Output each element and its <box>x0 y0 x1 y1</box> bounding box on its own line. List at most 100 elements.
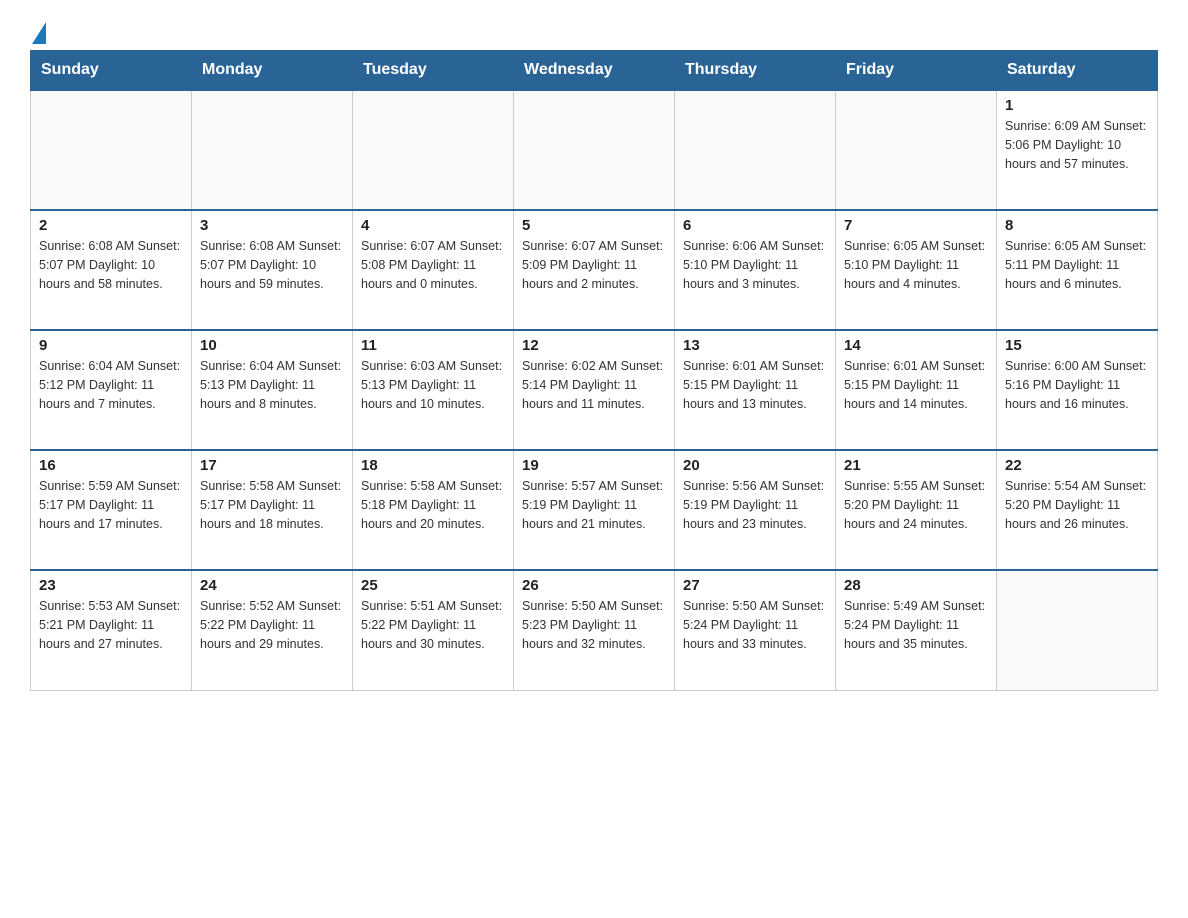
logo-triangle-icon <box>32 22 46 44</box>
calendar-cell: 21 Sunrise: 5:55 AM Sunset: 5:20 PM Dayli… <box>836 450 997 570</box>
calendar-cell: 11Sunrise: 6:03 AM Sunset: 5:13 PM Dayli… <box>353 330 514 450</box>
calendar-cell: 20 Sunrise: 5:56 AM Sunset: 5:19 PM Dayli… <box>675 450 836 570</box>
day-info: Sunrise: 5:52 AM Sunset: 5:22 PM Dayligh… <box>200 597 344 653</box>
day-number: 21 <box>844 457 988 474</box>
day-info: Sunrise: 6:04 AM Sunset: 5:13 PM Dayligh… <box>200 357 344 413</box>
calendar-cell: 19 Sunrise: 5:57 AM Sunset: 5:19 PM Dayli… <box>514 450 675 570</box>
calendar-cell <box>353 90 514 210</box>
day-info: Sunrise: 5:57 AM Sunset: 5:19 PM Dayligh… <box>522 477 666 533</box>
day-info: Sunrise: 5:59 AM Sunset: 5:17 PM Dayligh… <box>39 477 183 533</box>
week-row-5: 23 Sunrise: 5:53 AM Sunset: 5:21 PM Dayli… <box>31 570 1158 690</box>
day-number: 2 <box>39 217 183 234</box>
day-number: 17 <box>200 457 344 474</box>
day-info: Sunrise: 6:08 AM Sunset: 5:07 PM Dayligh… <box>200 237 344 293</box>
calendar-cell: 26 Sunrise: 5:50 AM Sunset: 5:23 PM Dayli… <box>514 570 675 690</box>
day-number: 24 <box>200 577 344 594</box>
day-info: Sunrise: 5:50 AM Sunset: 5:24 PM Dayligh… <box>683 597 827 653</box>
calendar-cell: 12 Sunrise: 6:02 AM Sunset: 5:14 PM Dayli… <box>514 330 675 450</box>
page-header <box>30 20 1158 40</box>
day-number: 7 <box>844 217 988 234</box>
day-number: 8 <box>1005 217 1149 234</box>
day-info: Sunrise: 5:49 AM Sunset: 5:24 PM Dayligh… <box>844 597 988 653</box>
calendar-cell: 13 Sunrise: 6:01 AM Sunset: 5:15 PM Dayli… <box>675 330 836 450</box>
day-info: Sunrise: 6:02 AM Sunset: 5:14 PM Dayligh… <box>522 357 666 413</box>
calendar-cell: 28 Sunrise: 5:49 AM Sunset: 5:24 PM Dayli… <box>836 570 997 690</box>
header-cell-wednesday: Wednesday <box>514 51 675 91</box>
day-number: 26 <box>522 577 666 594</box>
day-number: 20 <box>683 457 827 474</box>
day-info: Sunrise: 6:08 AM Sunset: 5:07 PM Dayligh… <box>39 237 183 293</box>
day-number: 28 <box>844 577 988 594</box>
day-info: Sunrise: 6:04 AM Sunset: 5:12 PM Dayligh… <box>39 357 183 413</box>
week-row-3: 9Sunrise: 6:04 AM Sunset: 5:12 PM Daylig… <box>31 330 1158 450</box>
calendar-cell: 23 Sunrise: 5:53 AM Sunset: 5:21 PM Dayli… <box>31 570 192 690</box>
calendar-cell: 27 Sunrise: 5:50 AM Sunset: 5:24 PM Dayli… <box>675 570 836 690</box>
calendar-cell: 8 Sunrise: 6:05 AM Sunset: 5:11 PM Daylig… <box>997 210 1158 330</box>
header-cell-sunday: Sunday <box>31 51 192 91</box>
day-number: 12 <box>522 337 666 354</box>
calendar-cell <box>514 90 675 210</box>
day-info: Sunrise: 5:53 AM Sunset: 5:21 PM Dayligh… <box>39 597 183 653</box>
calendar-cell: 14 Sunrise: 6:01 AM Sunset: 5:15 PM Dayli… <box>836 330 997 450</box>
day-number: 4 <box>361 217 505 234</box>
day-number: 3 <box>200 217 344 234</box>
calendar-cell: 25 Sunrise: 5:51 AM Sunset: 5:22 PM Dayli… <box>353 570 514 690</box>
day-info: Sunrise: 6:05 AM Sunset: 5:11 PM Dayligh… <box>1005 237 1149 293</box>
calendar-cell: 2 Sunrise: 6:08 AM Sunset: 5:07 PM Daylig… <box>31 210 192 330</box>
day-number: 13 <box>683 337 827 354</box>
day-number: 27 <box>683 577 827 594</box>
day-number: 15 <box>1005 337 1149 354</box>
day-info: Sunrise: 6:01 AM Sunset: 5:15 PM Dayligh… <box>683 357 827 413</box>
day-info: Sunrise: 6:01 AM Sunset: 5:15 PM Dayligh… <box>844 357 988 413</box>
calendar-cell: 3 Sunrise: 6:08 AM Sunset: 5:07 PM Daylig… <box>192 210 353 330</box>
calendar-cell: 1Sunrise: 6:09 AM Sunset: 5:06 PM Daylig… <box>997 90 1158 210</box>
day-number: 19 <box>522 457 666 474</box>
calendar-cell: 5 Sunrise: 6:07 AM Sunset: 5:09 PM Daylig… <box>514 210 675 330</box>
calendar-cell: 6Sunrise: 6:06 AM Sunset: 5:10 PM Daylig… <box>675 210 836 330</box>
calendar-cell <box>192 90 353 210</box>
day-info: Sunrise: 5:58 AM Sunset: 5:17 PM Dayligh… <box>200 477 344 533</box>
header-row: SundayMondayTuesdayWednesdayThursdayFrid… <box>31 51 1158 91</box>
day-info: Sunrise: 6:07 AM Sunset: 5:08 PM Dayligh… <box>361 237 505 293</box>
day-info: Sunrise: 5:51 AM Sunset: 5:22 PM Dayligh… <box>361 597 505 653</box>
header-cell-monday: Monday <box>192 51 353 91</box>
calendar-cell: 10Sunrise: 6:04 AM Sunset: 5:13 PM Dayli… <box>192 330 353 450</box>
day-info: Sunrise: 5:50 AM Sunset: 5:23 PM Dayligh… <box>522 597 666 653</box>
week-row-2: 2 Sunrise: 6:08 AM Sunset: 5:07 PM Daylig… <box>31 210 1158 330</box>
day-number: 14 <box>844 337 988 354</box>
day-info: Sunrise: 5:54 AM Sunset: 5:20 PM Dayligh… <box>1005 477 1149 533</box>
day-number: 23 <box>39 577 183 594</box>
day-info: Sunrise: 5:56 AM Sunset: 5:19 PM Dayligh… <box>683 477 827 533</box>
header-cell-thursday: Thursday <box>675 51 836 91</box>
calendar-cell <box>836 90 997 210</box>
header-cell-tuesday: Tuesday <box>353 51 514 91</box>
day-number: 25 <box>361 577 505 594</box>
day-info: Sunrise: 6:00 AM Sunset: 5:16 PM Dayligh… <box>1005 357 1149 413</box>
calendar-cell: 17 Sunrise: 5:58 AM Sunset: 5:17 PM Dayli… <box>192 450 353 570</box>
calendar-cell <box>31 90 192 210</box>
day-info: Sunrise: 5:58 AM Sunset: 5:18 PM Dayligh… <box>361 477 505 533</box>
calendar-table: SundayMondayTuesdayWednesdayThursdayFrid… <box>30 50 1158 691</box>
header-cell-saturday: Saturday <box>997 51 1158 91</box>
week-row-1: 1Sunrise: 6:09 AM Sunset: 5:06 PM Daylig… <box>31 90 1158 210</box>
header-cell-friday: Friday <box>836 51 997 91</box>
day-number: 16 <box>39 457 183 474</box>
calendar-cell: 7 Sunrise: 6:05 AM Sunset: 5:10 PM Daylig… <box>836 210 997 330</box>
day-number: 22 <box>1005 457 1149 474</box>
calendar-cell <box>997 570 1158 690</box>
calendar-cell <box>675 90 836 210</box>
day-number: 5 <box>522 217 666 234</box>
day-number: 1 <box>1005 97 1149 114</box>
day-info: Sunrise: 5:55 AM Sunset: 5:20 PM Dayligh… <box>844 477 988 533</box>
logo <box>30 20 46 40</box>
calendar-cell: 15 Sunrise: 6:00 AM Sunset: 5:16 PM Dayli… <box>997 330 1158 450</box>
day-number: 6 <box>683 217 827 234</box>
calendar-cell: 4 Sunrise: 6:07 AM Sunset: 5:08 PM Daylig… <box>353 210 514 330</box>
calendar-cell: 18 Sunrise: 5:58 AM Sunset: 5:18 PM Dayli… <box>353 450 514 570</box>
day-info: Sunrise: 6:05 AM Sunset: 5:10 PM Dayligh… <box>844 237 988 293</box>
day-number: 18 <box>361 457 505 474</box>
day-number: 11 <box>361 337 505 354</box>
week-row-4: 16 Sunrise: 5:59 AM Sunset: 5:17 PM Dayli… <box>31 450 1158 570</box>
calendar-cell: 24 Sunrise: 5:52 AM Sunset: 5:22 PM Dayli… <box>192 570 353 690</box>
day-info: Sunrise: 6:07 AM Sunset: 5:09 PM Dayligh… <box>522 237 666 293</box>
